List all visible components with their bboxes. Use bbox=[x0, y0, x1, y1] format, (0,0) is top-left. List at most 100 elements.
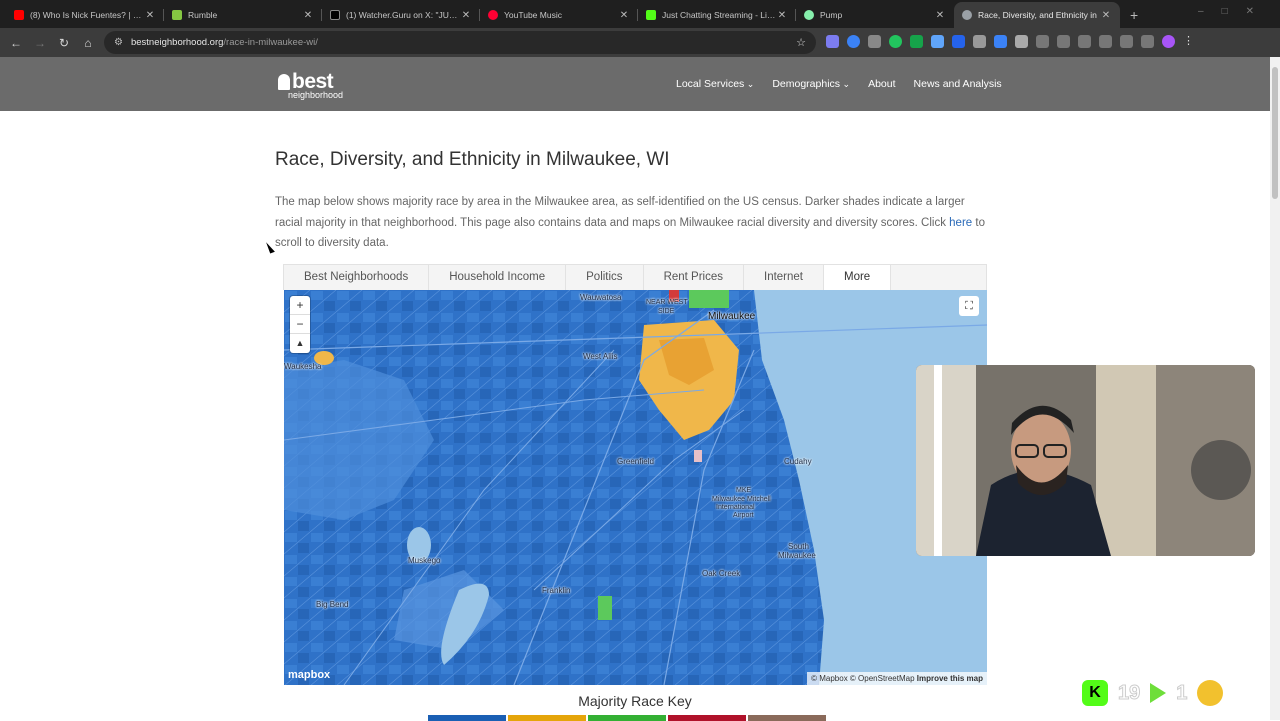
extension-icon[interactable] bbox=[952, 35, 965, 48]
mascot-icon bbox=[1197, 680, 1224, 706]
map-canvas[interactable] bbox=[284, 290, 987, 685]
map-label: West Allis bbox=[583, 352, 618, 361]
mouse-cursor-icon bbox=[266, 240, 275, 254]
site-logo[interactable]: best neighborhood bbox=[278, 71, 343, 100]
race-key-swatch bbox=[748, 715, 826, 721]
nav-about[interactable]: About bbox=[868, 78, 895, 90]
devtools-icon[interactable] bbox=[1078, 35, 1091, 48]
map-label-airport: MKE bbox=[736, 487, 752, 494]
play-icon bbox=[1150, 683, 1167, 703]
tab-title: Pump bbox=[820, 10, 843, 20]
intro-paragraph: The map below shows majority race by are… bbox=[275, 192, 995, 254]
attribution-mapbox-link[interactable]: © Mapbox bbox=[811, 674, 848, 683]
scrollbar-thumb[interactable] bbox=[1272, 67, 1278, 199]
url-path: /race-in-milwaukee-wi/ bbox=[223, 37, 318, 48]
tab-household-income[interactable]: Household Income bbox=[429, 265, 567, 290]
map-label: Muskego bbox=[408, 556, 441, 565]
map-label: Cudahy bbox=[784, 457, 812, 466]
tab-best-neighborhoods[interactable]: Best Neighborhoods bbox=[284, 265, 430, 290]
browser-tab-active[interactable]: Race, Diversity, and Ethnicity in ✕ bbox=[954, 2, 1120, 28]
webcam-feed bbox=[916, 365, 1255, 556]
reload-icon[interactable]: ↻ bbox=[52, 36, 76, 50]
map-label: Big Bend bbox=[316, 600, 349, 609]
page-title: Race, Diversity, and Ethnicity in Milwau… bbox=[275, 149, 670, 170]
extension-icon[interactable] bbox=[931, 35, 944, 48]
page-scrollbar[interactable] bbox=[1270, 57, 1280, 720]
scroll-to-diversity-link[interactable]: here bbox=[949, 217, 972, 229]
browser-tab[interactable]: Rumble ✕ bbox=[164, 2, 322, 28]
close-tab-icon[interactable]: ✕ bbox=[1100, 10, 1112, 21]
nav-local-services[interactable]: Local Services bbox=[676, 78, 754, 90]
site-favicon-icon bbox=[962, 10, 972, 20]
address-bar[interactable]: ⚙ bestneighborhood.org/race-in-milwaukee… bbox=[104, 31, 816, 54]
extension-icon[interactable] bbox=[1015, 35, 1028, 48]
map-label: Greenfield bbox=[617, 457, 654, 466]
overlay-digits: 19 bbox=[1117, 681, 1141, 704]
extension-icon[interactable] bbox=[847, 35, 860, 48]
extension-icon[interactable] bbox=[889, 35, 902, 48]
home-icon[interactable]: ⌂ bbox=[76, 36, 100, 50]
zoom-in-button[interactable]: + bbox=[290, 296, 310, 315]
close-tab-icon[interactable]: ✕ bbox=[144, 10, 156, 21]
map-label-airport: Milwaukee Mitchell bbox=[712, 496, 771, 503]
forward-arrow-icon[interactable]: → bbox=[28, 36, 52, 50]
x-favicon-icon bbox=[330, 10, 340, 20]
map-label: SIDE bbox=[658, 308, 675, 315]
tab-title: (8) Who Is Nick Fuentes? | PBD bbox=[30, 10, 144, 20]
close-tab-icon[interactable]: ✕ bbox=[460, 10, 472, 21]
zoom-out-button[interactable]: − bbox=[290, 315, 310, 334]
menu-kebab-icon[interactable]: ⋮ bbox=[1183, 35, 1196, 48]
browser-tab[interactable]: (8) Who Is Nick Fuentes? | PBD ✕ bbox=[6, 2, 164, 28]
intro-text: The map below shows majority race by are… bbox=[275, 196, 965, 229]
race-key-swatch bbox=[428, 715, 506, 721]
race-key-swatch bbox=[508, 715, 586, 721]
tab-politics[interactable]: Politics bbox=[566, 265, 644, 290]
extension-icon[interactable] bbox=[1057, 35, 1070, 48]
nav-news-and-analysis[interactable]: News and Analysis bbox=[914, 78, 1002, 90]
browser-tab[interactable]: Just Chatting Streaming - Live S ✕ bbox=[638, 2, 796, 28]
tab-internet[interactable]: Internet bbox=[744, 265, 824, 290]
map-label: Franklin bbox=[542, 586, 571, 595]
extension-icon[interactable] bbox=[1099, 35, 1112, 48]
race-key-swatch bbox=[668, 715, 746, 721]
fullscreen-button[interactable]: ⛶ bbox=[959, 296, 979, 316]
window-controls[interactable]: –□✕ bbox=[1198, 6, 1272, 17]
extension-icon[interactable] bbox=[826, 35, 839, 48]
attribution-osm-link[interactable]: © OpenStreetMap bbox=[850, 674, 915, 683]
close-tab-icon[interactable]: ✕ bbox=[776, 10, 788, 21]
youtube-favicon-icon bbox=[14, 10, 24, 20]
improve-map-link[interactable]: Improve this map bbox=[917, 674, 983, 683]
sidebar-icon[interactable] bbox=[1120, 35, 1133, 48]
race-map[interactable]: + − ▲ ⛶ Wauwatosa NEAR WEST SIDE Milwauk… bbox=[284, 290, 987, 685]
bookmark-star-icon[interactable]: ☆ bbox=[796, 36, 806, 49]
extension-icon[interactable] bbox=[910, 35, 923, 48]
kick-badge-icon: K bbox=[1082, 680, 1108, 706]
map-tabs: Best Neighborhoods Household Income Poli… bbox=[283, 264, 987, 290]
mapbox-logo[interactable]: mapbox bbox=[288, 669, 330, 681]
media-icon[interactable] bbox=[1141, 35, 1154, 48]
profile-avatar-icon[interactable] bbox=[1162, 35, 1175, 48]
close-tab-icon[interactable]: ✕ bbox=[618, 10, 630, 21]
extension-icon[interactable] bbox=[868, 35, 881, 48]
close-tab-icon[interactable]: ✕ bbox=[934, 10, 946, 21]
map-label: NEAR WEST bbox=[646, 299, 688, 306]
back-arrow-icon[interactable]: ← bbox=[4, 36, 28, 50]
close-tab-icon[interactable]: ✕ bbox=[302, 10, 314, 21]
browser-tab[interactable]: YouTube Music ✕ bbox=[480, 2, 638, 28]
new-tab-icon[interactable]: + bbox=[1120, 2, 1148, 28]
nav-demographics[interactable]: Demographics bbox=[772, 78, 850, 90]
browser-tab[interactable]: Pump ✕ bbox=[796, 2, 954, 28]
site-header: best neighborhood Local Services Demogra… bbox=[0, 57, 1270, 111]
pump-favicon-icon bbox=[804, 10, 814, 20]
tab-more[interactable]: More bbox=[824, 265, 892, 290]
site-info-icon[interactable]: ⚙ bbox=[114, 37, 123, 48]
extension-icon[interactable] bbox=[973, 35, 986, 48]
compass-reset-button[interactable]: ▲ bbox=[290, 334, 310, 353]
extension-icon[interactable] bbox=[994, 35, 1007, 48]
browser-tab[interactable]: (1) Watcher.Guru on X: "JUST IN ✕ bbox=[322, 2, 480, 28]
kick-favicon-icon bbox=[646, 10, 656, 20]
house-logo-icon bbox=[278, 74, 290, 90]
history-icon[interactable] bbox=[1036, 35, 1049, 48]
race-key-title: Majority Race Key bbox=[578, 693, 692, 709]
tab-rent-prices[interactable]: Rent Prices bbox=[644, 265, 744, 290]
